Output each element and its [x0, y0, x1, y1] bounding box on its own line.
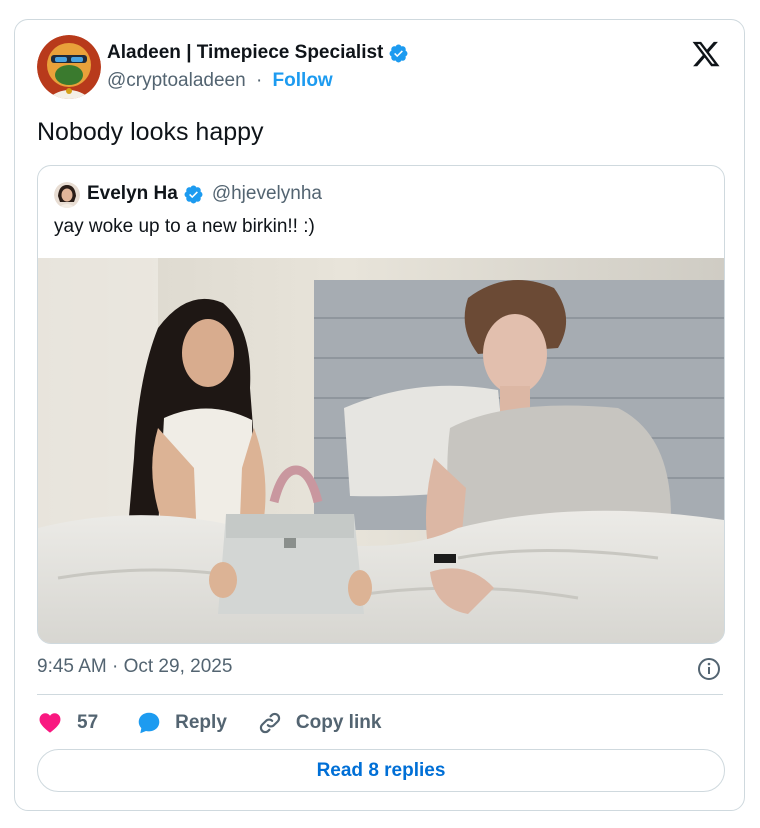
reply-bubble-icon: [138, 712, 160, 734]
verified-badge-icon: [388, 43, 409, 64]
divider: [37, 694, 723, 695]
info-icon[interactable]: [697, 657, 721, 681]
author-name[interactable]: Aladeen | Timepiece Specialist: [107, 42, 409, 64]
author-handle-row: @cryptoaladeen · Follow: [107, 70, 333, 92]
action-bar: 57 Reply Copy link: [37, 710, 381, 736]
copy-link-button[interactable]: Copy link: [257, 710, 382, 736]
separator-dot: ·: [255, 70, 263, 91]
reply-label: Reply: [175, 712, 227, 733]
verified-badge-icon: [183, 184, 204, 205]
quoted-media-photo[interactable]: [38, 258, 724, 643]
quoted-author-handle: @hjevelynha: [211, 183, 322, 204]
tweet-embed-card: Aladeen | Timepiece Specialist @cryptoal…: [14, 19, 745, 811]
heart-icon: [39, 713, 61, 733]
author-name-text: Aladeen | Timepiece Specialist: [107, 42, 384, 63]
link-icon: [259, 712, 281, 734]
copy-link-label: Copy link: [295, 712, 382, 733]
reply-button[interactable]: Reply: [136, 710, 227, 736]
author-avatar[interactable]: [37, 35, 101, 99]
follow-button[interactable]: Follow: [273, 70, 333, 91]
like-count: 57: [77, 712, 99, 733]
quoted-tweet[interactable]: Evelyn Ha @hjevelynha yay woke up to a n…: [37, 165, 725, 644]
author-handle[interactable]: @cryptoaladeen: [107, 70, 246, 91]
quoted-author[interactable]: Evelyn Ha @hjevelynha: [87, 183, 322, 205]
quoted-tweet-text: yay woke up to a new birkin!! :): [54, 216, 315, 237]
tweet-text: Nobody looks happy: [37, 118, 264, 146]
quoted-author-avatar[interactable]: [54, 182, 80, 208]
x-logo-icon[interactable]: [691, 39, 721, 69]
quoted-author-name: Evelyn Ha: [87, 183, 178, 204]
read-replies-button[interactable]: Read 8 replies: [37, 749, 725, 792]
tweet-timestamp[interactable]: 9:45 AM · Oct 29, 2025: [37, 656, 232, 678]
like-button[interactable]: 57: [37, 710, 98, 736]
